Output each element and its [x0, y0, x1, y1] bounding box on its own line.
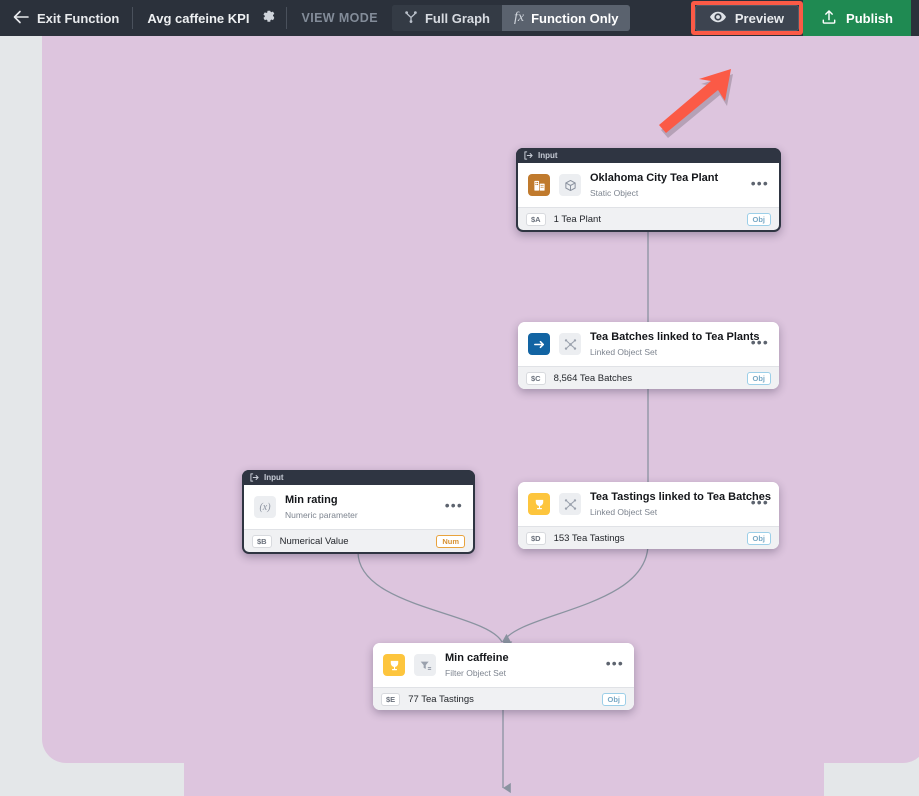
ellipsis-icon[interactable]: •••: [606, 656, 624, 670]
tab-full-graph[interactable]: Full Graph: [391, 5, 502, 31]
node-body: Min caffeine Filter Object Set •••: [373, 643, 634, 688]
ellipsis-icon[interactable]: •••: [751, 176, 769, 190]
settings-button[interactable]: [259, 8, 286, 28]
ellipsis-icon[interactable]: •••: [751, 335, 769, 349]
node-header-label: Input: [538, 151, 558, 160]
filter-icon: [414, 654, 436, 677]
node-subtitle: Linked Object Set: [590, 506, 658, 517]
node-title: Oklahoma City Tea Plant: [590, 172, 719, 184]
node-footer-text: 8,564 Tea Batches: [553, 372, 633, 384]
exit-function-button[interactable]: Exit Function: [0, 0, 132, 36]
node-footer: $E 77 Tea Tastings Obj: [373, 687, 634, 711]
publish-button[interactable]: Publish: [803, 0, 911, 36]
tab-full-graph-label: Full Graph: [424, 10, 490, 26]
node-subtitle: Linked Object Set: [590, 346, 658, 357]
status-badge: Obj: [746, 531, 771, 545]
node-text-block: Min caffeine Filter Object Set: [445, 652, 597, 678]
node-body: Tea Tastings linked to Tea Batches Linke…: [518, 482, 779, 527]
variable-badge: $A: [526, 212, 546, 226]
cube-icon: [559, 174, 581, 197]
node-min-caffeine[interactable]: Min caffeine Filter Object Set ••• $E 77…: [373, 643, 634, 711]
node-body: (x) Min rating Numeric parameter •••: [244, 485, 473, 530]
exit-function-label: Exit Function: [37, 10, 120, 26]
node-min-rating[interactable]: Input (x) Min rating Numeric parameter •…: [242, 470, 475, 555]
edge-tastings-to-caffeine: [502, 543, 649, 651]
node-footer: $D 153 Tea Tastings Obj: [518, 526, 779, 550]
node-text-block: Min rating Numeric parameter: [285, 494, 436, 520]
node-header-label: Input: [264, 473, 284, 482]
graph-canvas[interactable]: Input Oklahoma City Tea Plant Static Obj…: [0, 0, 919, 796]
node-title: Tea Batches linked to Tea Plants: [590, 331, 760, 343]
variable-badge: $B: [252, 534, 272, 548]
status-badge: Obj: [746, 212, 771, 226]
tab-function-only[interactable]: fx Function Only: [501, 5, 631, 31]
input-arrow-icon: [524, 148, 533, 165]
network-icon: [559, 493, 581, 516]
node-footer-text: 77 Tea Tastings: [408, 693, 474, 705]
function-title: Avg caffeine KPI: [147, 10, 250, 26]
node-text-block: Tea Tastings linked to Tea Batches Linke…: [590, 491, 771, 517]
eye-icon: [709, 11, 726, 26]
variable-badge: $C: [526, 371, 546, 385]
node-subtitle: Numeric parameter: [285, 509, 358, 520]
toolbar-right-group: Preview Publish: [690, 0, 919, 36]
fx-variable-icon: (x): [254, 496, 276, 519]
node-tea-batches-linked-to-tea-plants[interactable]: Tea Batches linked to Tea Plants Linked …: [518, 322, 779, 390]
preview-label: Preview: [734, 10, 785, 26]
node-body: Tea Batches linked to Tea Plants Linked …: [518, 322, 779, 367]
node-subtitle: Static Object: [590, 187, 639, 198]
node-title: Min rating: [285, 494, 338, 506]
view-mode-label: VIEW MODE: [301, 11, 378, 25]
node-footer-text: 1 Tea Plant: [553, 213, 601, 225]
view-mode-segmented-control: Full Graph fx Function Only: [391, 5, 631, 31]
node-footer: $A 1 Tea Plant Obj: [518, 207, 779, 231]
node-tea-tastings-linked-to-tea-batches[interactable]: Tea Tastings linked to Tea Batches Linke…: [518, 482, 779, 550]
branch-icon: [404, 10, 418, 27]
ellipsis-icon[interactable]: •••: [751, 495, 769, 509]
ellipsis-icon[interactable]: •••: [445, 498, 463, 512]
node-oklahoma-city-tea-plant[interactable]: Input Oklahoma City Tea Plant Static Obj…: [516, 148, 781, 233]
toolbar-left-group: Exit Function Avg caffeine KPI VIEW MODE: [0, 0, 631, 36]
node-footer-text: Numerical Value: [279, 535, 349, 547]
input-arrow-icon: [250, 470, 259, 487]
node-header-input: Input: [242, 470, 475, 485]
tab-function-only-label: Function Only: [531, 10, 619, 26]
node-title: Tea Tastings linked to Tea Batches: [590, 491, 771, 503]
node-body: Oklahoma City Tea Plant Static Object ••…: [518, 163, 779, 208]
node-header-input: Input: [516, 148, 781, 163]
node-subtitle: Filter Object Set: [445, 667, 506, 678]
arrow-left-icon: [13, 10, 29, 27]
gear-icon: [261, 8, 276, 28]
edge-rating-to-caffeine: [357, 551, 512, 643]
building-icon: [528, 174, 550, 197]
upload-icon: [821, 9, 837, 28]
preview-button[interactable]: Preview: [694, 5, 800, 31]
preview-button-wrapper: Preview: [690, 1, 804, 35]
node-text-block: Tea Batches linked to Tea Plants Linked …: [590, 331, 760, 357]
arrow-right-icon: [528, 333, 550, 356]
network-icon: [559, 333, 581, 356]
status-badge: Obj: [601, 692, 626, 706]
node-footer: $B Numerical Value Num: [244, 529, 473, 553]
top-toolbar: Exit Function Avg caffeine KPI VIEW MODE: [0, 0, 919, 36]
function-editor-app: Exit Function Avg caffeine KPI VIEW MODE: [0, 0, 919, 796]
variable-badge: $D: [526, 531, 546, 545]
status-badge: Num: [436, 534, 465, 548]
fx-icon: fx: [513, 10, 525, 25]
goblet-icon: [528, 493, 550, 516]
publish-label: Publish: [846, 10, 893, 26]
node-text-block: Oklahoma City Tea Plant Static Object: [590, 172, 742, 198]
node-footer-text: 153 Tea Tastings: [553, 532, 625, 544]
status-badge: Obj: [746, 371, 771, 385]
goblet-icon: [383, 654, 405, 677]
variable-badge: $E: [381, 692, 401, 706]
node-footer: $C 8,564 Tea Batches Obj: [518, 366, 779, 390]
node-title: Min caffeine: [445, 652, 509, 664]
